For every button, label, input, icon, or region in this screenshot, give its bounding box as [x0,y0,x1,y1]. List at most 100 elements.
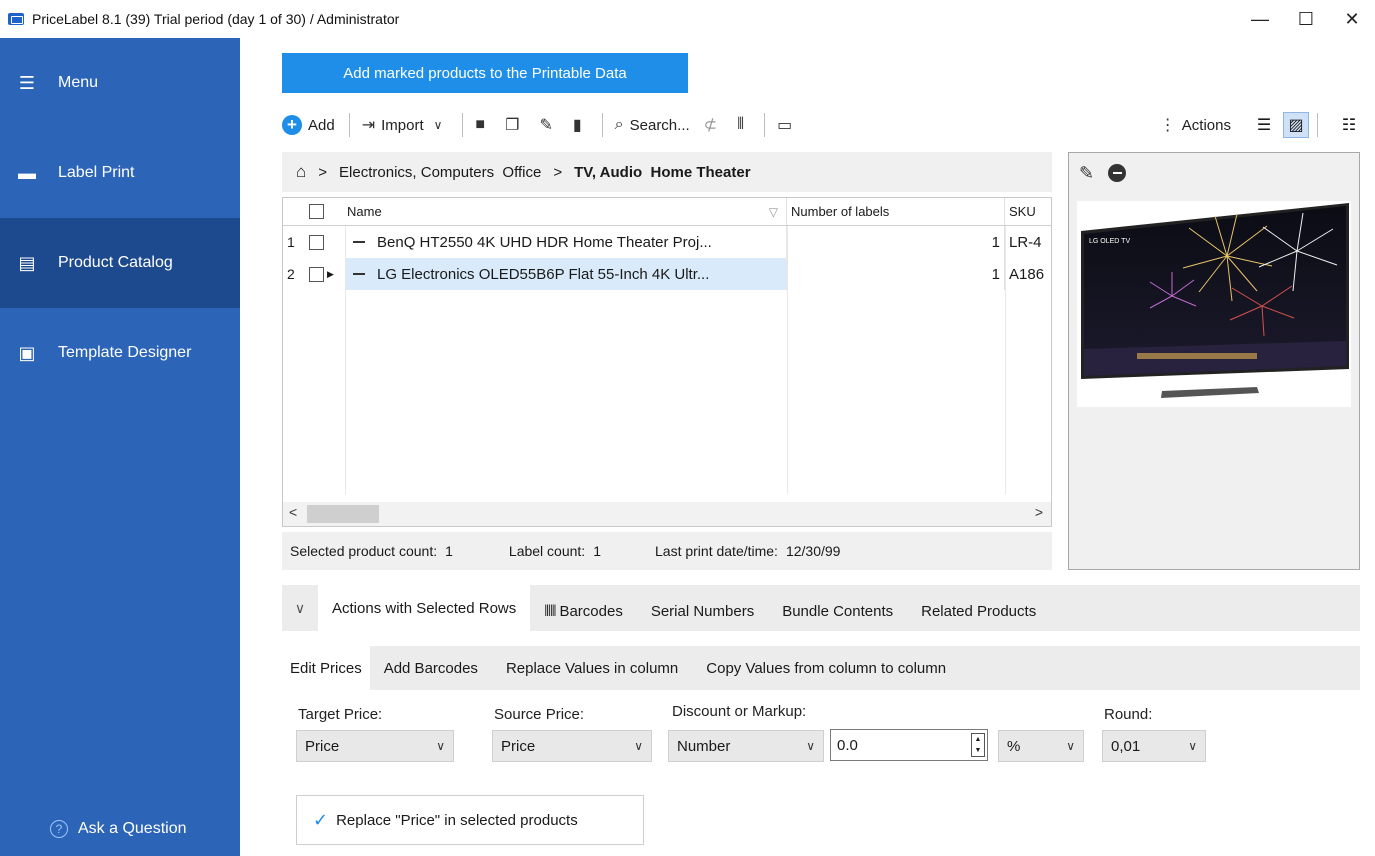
tab-copy-values[interactable]: Copy Values from column to column [692,646,960,690]
breadcrumb: ⌂ > Electronics, Computers Office > TV, … [282,152,1052,192]
row-checkbox[interactable] [309,266,324,282]
toolbar-separator [764,113,766,137]
add-button[interactable]: + Add [282,115,335,135]
source-price-select[interactable]: Price ∨ [492,730,652,762]
chevron-down-icon: ∨ [1066,739,1075,753]
selected-count-label: Selected product count: [290,543,438,559]
target-price-value: Price [305,737,340,755]
sidebar-item-product-catalog[interactable]: ▤ Product Catalog [0,218,240,308]
home-icon[interactable]: ⌂ [296,162,306,182]
scroll-thumb[interactable] [307,505,379,523]
sku-cell[interactable]: LR-4 [1005,234,1051,251]
round-value: 0,01 [1111,737,1141,755]
select-all-checkbox[interactable] [309,204,324,219]
search-button[interactable]: ⌕ Search... [615,116,690,134]
sidebar-item-template-designer[interactable]: ▣ Template Designer [0,308,240,398]
replace-price-label: Replace "Price" in selected products [336,811,578,829]
replace-price-button[interactable]: ✓ Replace "Price" in selected products [296,795,644,845]
column-header-name[interactable]: Name ▽ [345,198,787,225]
row-number: 2 [287,266,295,282]
pencil-icon[interactable]: ✎ [1079,163,1094,184]
spin-down-icon[interactable]: ▼ [975,747,982,755]
catalog-icon: ▤ [18,252,36,273]
round-select[interactable]: 0,01 ∨ [1102,730,1206,762]
collapse-chevron-icon[interactable]: ∨ [282,585,318,631]
tab-replace-values[interactable]: Replace Values in column [492,646,692,690]
ask-question-link[interactable]: ? Ask a Question [50,820,187,838]
sort-icon[interactable]: ▽ [769,205,778,219]
horizontal-scrollbar[interactable]: < > [283,502,1051,526]
app-logo-icon [8,13,24,25]
tab-bundle-contents[interactable]: Bundle Contents [768,591,907,631]
image-view-button[interactable]: ▨ [1283,112,1309,138]
row-checkbox[interactable] [309,234,324,250]
spin-up-icon[interactable]: ▲ [975,736,982,744]
sidebar-item-label: Menu [58,74,99,91]
delete-button[interactable]: ▮ [573,115,588,135]
sku-cell[interactable]: A186 [1005,266,1051,283]
name-cell[interactable]: BenQ HT2550 4K UHD HDR Home Theater Proj… [345,226,787,258]
tab-related-products[interactable]: Related Products [907,591,1050,631]
table-row[interactable]: 2 ▶ LG Electronics OLED55B6P Flat 55-Inc… [283,258,1051,290]
list-view-button[interactable]: ☰ [1251,112,1277,138]
edit-button[interactable]: ✎ [539,115,558,135]
status-bar: Selected product count: 1 Label count: 1… [282,532,1052,570]
tab-add-barcodes[interactable]: Add Barcodes [370,646,492,690]
clear-filter-button[interactable]: ⊄ [704,115,723,135]
scroll-left-arrow[interactable]: < [289,504,297,520]
row-check-cell [305,234,345,250]
breadcrumb-item[interactable]: Electronics, Computers Office [339,164,541,181]
label-count-label: Label count: [508,543,586,559]
preview-toolbar: ✎ [1069,153,1359,193]
settings-sliders-button[interactable]: ☷ [1336,112,1362,138]
breadcrumb-current: TV, Audio Home Theater [574,163,751,181]
sidebar-item-label-print[interactable]: ▬ Label Print [0,128,240,218]
source-price-label: Source Price: [494,706,585,723]
remove-image-icon[interactable] [1108,164,1127,182]
selected-count-value: 1 [445,543,453,559]
calendar-button[interactable]: ▭ [777,115,798,135]
sidebar-item-menu[interactable]: ☰ Menu [0,38,240,128]
column-header-sku[interactable]: SKU [1005,198,1051,225]
copy-button[interactable]: ❐ [505,115,525,135]
city-lights [1137,353,1257,359]
tab-actions-with-selected-rows[interactable]: Actions with Selected Rows [318,585,531,631]
amount-spinner[interactable]: ▲ ▼ [971,733,985,757]
row-check-cell: ▶ [305,266,345,282]
tab-serial-numbers[interactable]: Serial Numbers [637,591,768,631]
toolbar: + Add ⇥ Import ∨ ■ ❐ ✎ ▮ ⌕ Search... ⊄ ⦀… [282,108,1362,142]
labels-cell[interactable]: 1 [787,226,1005,258]
target-price-select[interactable]: Price ∨ [296,730,454,762]
barcode-button[interactable]: ⦀ [737,116,750,134]
column-divider [345,226,346,494]
scroll-right-arrow[interactable]: > [1035,504,1043,520]
table-row[interactable]: 1 BenQ HT2550 4K UHD HDR Home Theater Pr… [283,226,1051,258]
search-label: Search... [629,116,690,134]
import-button[interactable]: ⇥ Import ∨ [362,115,449,135]
tab-edit-prices[interactable]: Edit Prices [282,646,370,690]
amount-input[interactable]: 0.0 ▲ ▼ [830,729,988,761]
row-pointer-icon: ▶ [327,268,334,279]
add-to-printable-button[interactable]: Add marked products to the Printable Dat… [282,53,688,93]
unit-select[interactable]: % ∨ [998,730,1084,762]
column-header-number-of-labels[interactable]: Number of labels [787,198,1005,225]
tab-barcodes[interactable]: ⦀⦀ Barcodes [530,591,637,631]
actions-button[interactable]: ⋮ Actions [1160,115,1231,135]
name-cell[interactable]: LG Electronics OLED55B6P Flat 55-Inch 4K… [345,258,787,290]
image-icon: ▨ [1288,117,1304,134]
sidebar-item-label: Product Catalog [58,254,173,271]
minimize-button[interactable]: — [1237,0,1283,38]
maximize-button[interactable]: ☐ [1283,0,1329,38]
discount-type-select[interactable]: Number ∨ [668,730,824,762]
breadcrumb-separator: > [318,163,328,181]
product-name: BenQ HT2550 4K UHD HDR Home Theater Proj… [377,233,712,251]
copy-icon: ❐ [505,117,520,134]
plus-circle-icon: + [282,115,302,135]
new-folder-button[interactable]: ■ [475,116,491,134]
labels-cell[interactable]: 1 [787,258,1005,290]
toolbar-separator [348,113,350,137]
close-button[interactable]: ✕ [1329,0,1375,38]
toolbar-separator [1317,113,1318,137]
bottom-tabs: ∨ Actions with Selected Rows ⦀⦀ Barcodes… [282,585,1360,631]
chevron-down-icon[interactable]: ∨ [434,118,443,132]
